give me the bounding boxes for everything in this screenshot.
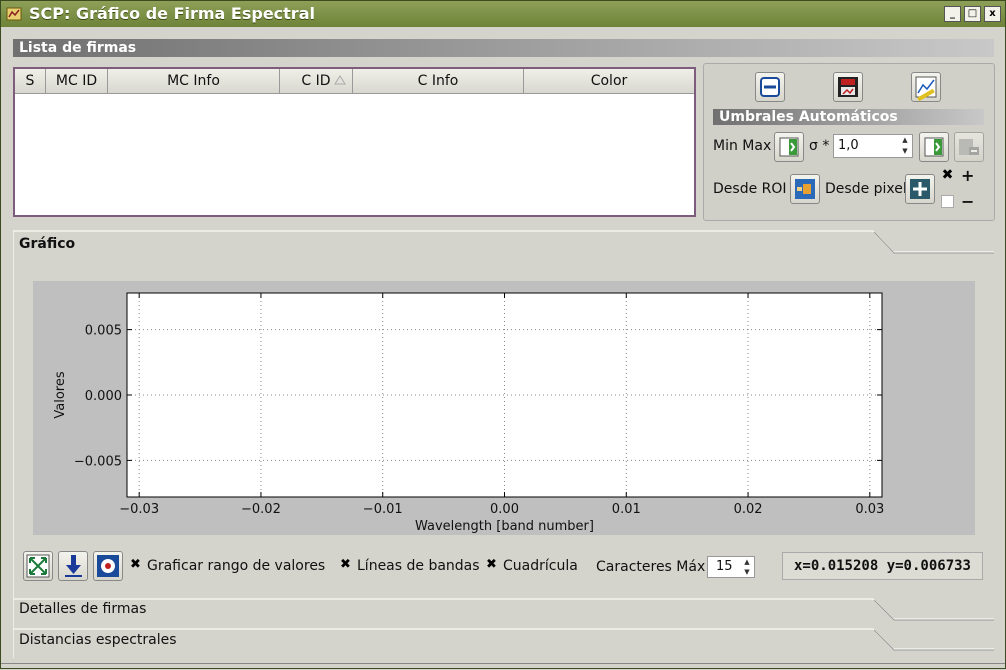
remove-band-icon xyxy=(959,139,979,155)
spin-arrows[interactable]: ▲ ▼ xyxy=(740,557,754,577)
grid-checkbox[interactable]: ✖ xyxy=(485,558,498,572)
fit-plot-button[interactable] xyxy=(911,72,941,102)
plus-label: + xyxy=(961,166,975,185)
max-chars-value: 15 xyxy=(716,559,733,574)
window-title: SCP: Gráfico de Firma Espectral xyxy=(29,4,315,23)
expand-icon xyxy=(26,554,50,578)
remove-signature-button[interactable] xyxy=(755,72,785,102)
roi-icon xyxy=(795,179,815,199)
sigma-apply-button[interactable] xyxy=(919,132,949,162)
from-roi-button[interactable] xyxy=(790,174,820,204)
sigma-label: σ * xyxy=(809,138,830,154)
from-pixel-label: Desde pixel xyxy=(825,181,907,197)
bottom-divider xyxy=(1,663,1005,664)
from-pixel-button[interactable] xyxy=(905,174,935,204)
chart-ruler-icon xyxy=(915,76,937,102)
column-header-c-info[interactable]: C Info xyxy=(353,69,524,94)
column-header-mc-id[interactable]: MC ID xyxy=(46,69,108,94)
graph-group-title[interactable]: Gráfico xyxy=(19,236,75,252)
minus-label: − xyxy=(961,192,975,211)
signature-details-group[interactable]: Detalles de firmas xyxy=(13,598,994,628)
apply-arrow-icon xyxy=(779,137,799,157)
download-icon xyxy=(65,555,82,577)
minus-checkbox[interactable] xyxy=(941,195,954,208)
signature-list-header: Lista de firmas xyxy=(13,39,994,57)
plus-checkbox[interactable]: ✖ xyxy=(941,168,954,183)
table-header: S MC ID MC Info C ID C Info Color xyxy=(15,69,694,94)
column-header-s[interactable]: S xyxy=(15,69,46,94)
group-frame xyxy=(13,598,994,628)
maximize-button[interactable]: □ xyxy=(964,6,981,22)
grid-label: Cuadrícula xyxy=(503,558,578,574)
remove-icon xyxy=(760,77,780,97)
fit-view-button[interactable] xyxy=(23,551,53,581)
sigma-spinbox[interactable]: 1,0 ▲ ▼ xyxy=(833,134,913,158)
save-image-icon xyxy=(838,77,858,97)
spectral-signature-window: SCP: Gráfico de Firma Espectral _ □ x Li… xyxy=(0,0,1006,669)
column-header-color[interactable]: Color xyxy=(524,69,694,94)
cursor-coordinates: x=0.015208 y=0.006733 xyxy=(782,552,983,580)
add-pixel-icon xyxy=(910,179,930,199)
max-chars-label: Caracteres Máx xyxy=(596,559,706,575)
signature-table[interactable]: S MC ID MC Info C ID C Info Color xyxy=(13,67,696,217)
reset-thresholds-button[interactable] xyxy=(954,132,984,162)
app-icon xyxy=(6,7,22,21)
target-icon xyxy=(97,555,119,577)
from-roi-label: Desde ROI xyxy=(713,181,787,197)
export-button[interactable] xyxy=(58,551,88,581)
minimize-button[interactable]: _ xyxy=(944,6,961,22)
band-lines-checkbox[interactable]: ✖ xyxy=(339,558,352,572)
close-button[interactable]: x xyxy=(984,6,1001,22)
column-header-c-id[interactable]: C ID xyxy=(280,69,353,94)
plot-range-label: Graficar rango de valores xyxy=(147,558,326,574)
spin-arrows[interactable]: ▲ ▼ xyxy=(898,135,912,157)
column-header-mc-info[interactable]: MC Info xyxy=(108,69,280,94)
signature-details-title: Detalles de firmas xyxy=(19,601,147,617)
spectral-distances-title: Distancias espectrales xyxy=(19,632,177,648)
band-lines-label: Líneas de bandas xyxy=(357,558,480,574)
apply-arrow-icon xyxy=(924,137,944,157)
plot-canvas[interactable] xyxy=(33,281,975,535)
plot-settings-button[interactable] xyxy=(93,551,123,581)
sigma-value: 1,0 xyxy=(838,138,859,153)
auto-thresholds-header: Umbrales Automáticos xyxy=(713,109,984,125)
plot-range-checkbox[interactable]: ✖ xyxy=(129,558,142,572)
min-max-apply-button[interactable] xyxy=(774,132,804,162)
save-plot-button[interactable] xyxy=(833,72,863,102)
spectral-distances-group[interactable]: Distancias espectrales xyxy=(13,628,994,658)
min-max-label: Min Max xyxy=(713,138,772,154)
sort-ascending-icon xyxy=(334,75,346,85)
max-chars-spinbox[interactable]: 15 ▲ ▼ xyxy=(707,556,755,578)
title-bar[interactable]: SCP: Gráfico de Firma Espectral _ □ x xyxy=(1,1,1005,27)
